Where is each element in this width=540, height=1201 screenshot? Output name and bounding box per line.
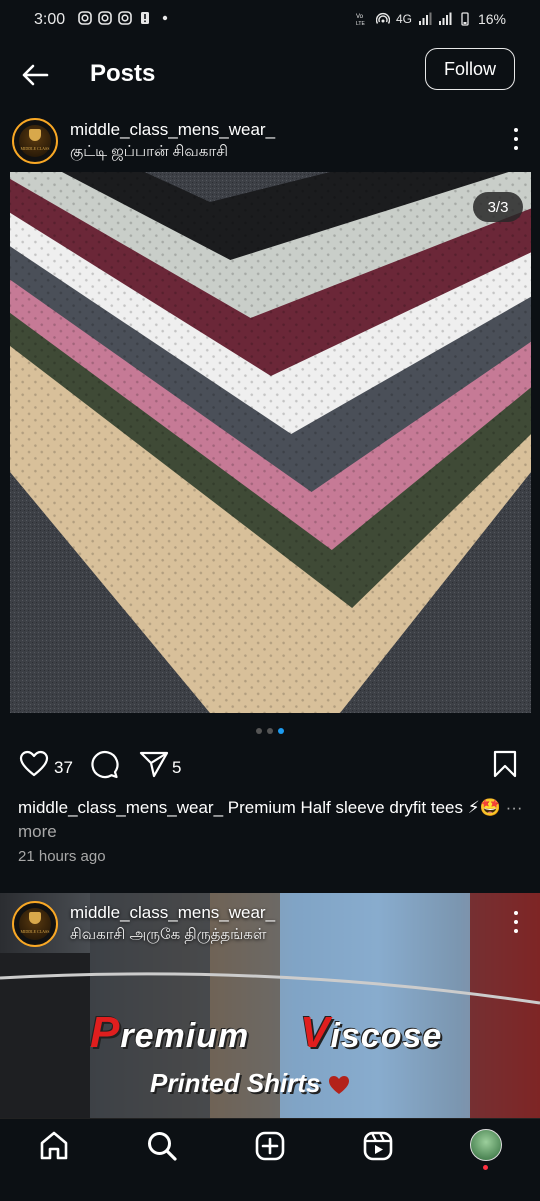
post-image[interactable]: 3/3 <box>10 172 531 713</box>
more-options-icon[interactable] <box>512 911 520 935</box>
heart-decoration-icon <box>328 1076 349 1095</box>
svg-text:LTE: LTE <box>356 21 365 26</box>
reels-icon[interactable] <box>361 1129 395 1163</box>
caption-username[interactable]: middle_class_mens_wear_ <box>18 798 223 817</box>
instagram-notification-icon <box>98 11 112 25</box>
status-bar: 3:00 Vo LTE 4G 16% <box>0 0 540 40</box>
carousel-indicator <box>256 728 284 734</box>
like-count[interactable]: 37 <box>54 758 73 778</box>
more-options-icon[interactable] <box>512 128 520 152</box>
alert-notification-icon <box>141 12 149 24</box>
heart-icon[interactable] <box>18 748 50 780</box>
post-username[interactable]: middle_class_mens_wear_ <box>70 120 275 140</box>
search-icon[interactable] <box>145 1129 179 1163</box>
post-header: MIDDLE CLASS middle_class_mens_wear_ குட… <box>0 110 540 172</box>
share-count[interactable]: 5 <box>172 758 181 778</box>
signal-icon <box>438 12 452 25</box>
profile-avatar[interactable] <box>470 1129 502 1161</box>
arrow-left-icon[interactable] <box>18 58 52 92</box>
notification-icons <box>78 11 172 25</box>
promo-heading: Premium Viscose <box>90 1008 442 1058</box>
follow-button[interactable]: Follow <box>425 48 515 90</box>
crest-icon <box>29 912 41 924</box>
post-timestamp: 21 hours ago <box>18 848 106 865</box>
notification-dot <box>483 1165 488 1170</box>
network-type: 4G <box>395 12 412 26</box>
post-image[interactable]: MIDDLE CLASS middle_class_mens_wear_ சிவ… <box>0 893 540 1118</box>
signal-icon <box>418 12 432 25</box>
send-icon[interactable] <box>138 748 170 780</box>
bottom-navigation <box>0 1118 540 1201</box>
status-right: Vo LTE 4G 16% <box>356 11 506 27</box>
avatar[interactable]: MIDDLE CLASS <box>12 901 58 947</box>
more-notifications-dot-icon <box>162 15 168 21</box>
page-title: Posts <box>90 60 156 87</box>
status-time: 3:00 <box>34 11 66 28</box>
post-location[interactable]: சிவகாசி அருகே திருத்தங்கள் <box>70 926 266 945</box>
avatar-logo-text: MIDDLE CLASS <box>20 146 50 151</box>
promo-word: iscose <box>330 1017 443 1055</box>
post-location[interactable]: குட்டி ஜப்பான் சிவகாசி <box>70 143 228 162</box>
post-header: MIDDLE CLASS middle_class_mens_wear_ சிவ… <box>0 893 540 955</box>
svg-text:Vo: Vo <box>356 14 364 20</box>
caption-text: Premium Half sleeve dryfit tees ⚡🤩 <box>223 798 501 817</box>
hotspot-icon <box>375 12 390 24</box>
instagram-notification-icon <box>78 11 92 25</box>
post-username[interactable]: middle_class_mens_wear_ <box>70 903 275 923</box>
carousel-dot <box>267 728 273 734</box>
avatar-logo-text: MIDDLE CLASS <box>20 929 50 934</box>
carousel-counter: 3/3 <box>473 192 523 222</box>
promo-initial: V <box>300 1008 331 1057</box>
crest-icon <box>29 129 41 141</box>
carousel-dot <box>256 728 262 734</box>
fabric-stack-image <box>10 172 531 713</box>
top-bar: Posts Follow <box>0 40 540 110</box>
post-caption: middle_class_mens_wear_ Premium Half sle… <box>18 796 528 844</box>
promo-subheading: Printed Shirts <box>150 1068 350 1099</box>
volte-icon: VoLTE <box>356 14 365 26</box>
promo-subheading-text: Printed Shirts <box>150 1068 321 1098</box>
bookmark-icon[interactable] <box>489 748 521 780</box>
post-actions: 37 5 <box>0 748 540 788</box>
promo-word: remium <box>120 1017 250 1055</box>
battery-level: 16% <box>477 11 506 27</box>
comment-icon[interactable] <box>88 748 120 780</box>
instagram-notification-icon <box>118 11 132 25</box>
battery-icon <box>461 12 469 26</box>
avatar[interactable]: MIDDLE CLASS <box>12 118 58 164</box>
carousel-dot <box>278 728 284 734</box>
plus-square-icon[interactable] <box>253 1129 287 1163</box>
promo-initial: P <box>90 1008 121 1057</box>
home-icon[interactable] <box>37 1129 71 1163</box>
